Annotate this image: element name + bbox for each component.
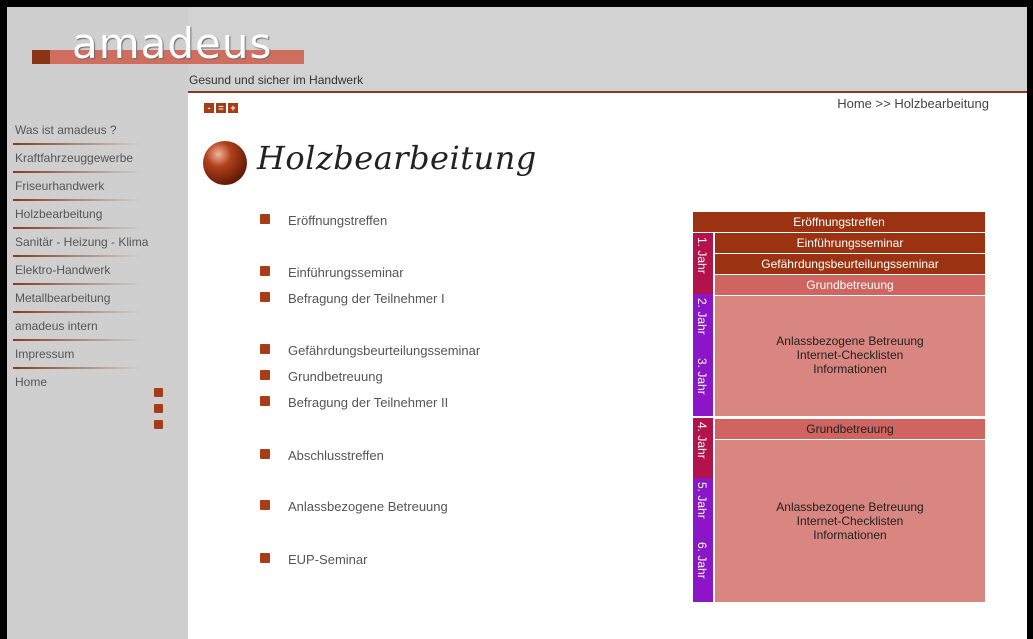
- decorative-dots: [154, 388, 163, 436]
- schedule-eroeffnung: Eröffnungstreffen: [693, 212, 985, 232]
- sidebar-item-metall[interactable]: Metallbearbeitung: [13, 291, 183, 319]
- schedule-einfuehrung: Einführungsseminar: [715, 233, 985, 253]
- sidebar-nav: Was ist amadeus ? Kraftfahrzeuggewerbe F…: [13, 123, 183, 403]
- font-normal-button[interactable]: =: [216, 103, 226, 113]
- font-smaller-button[interactable]: -: [204, 103, 214, 113]
- schedule-grundbetreuung-2: Grundbetreuung: [715, 419, 985, 439]
- year-2-3: 2. Jahr 3. Jahr: [693, 294, 713, 416]
- sidebar-item-was-ist-amadeus[interactable]: Was ist amadeus ?: [13, 123, 183, 151]
- sidebar-item-impressum[interactable]: Impressum: [13, 347, 183, 375]
- sidebar-item-kraftfahrzeuggewerbe[interactable]: Kraftfahrzeuggewerbe: [13, 151, 183, 179]
- sidebar-item-holzbearbeitung[interactable]: Holzbearbeitung: [13, 207, 183, 235]
- font-larger-button[interactable]: +: [228, 103, 238, 113]
- title-ball-icon: [203, 141, 247, 185]
- sidebar-item-elektro[interactable]: Elektro-Handwerk: [13, 263, 183, 291]
- year-5-6: 5. Jahr 6. Jahr: [693, 478, 713, 602]
- schedule-gefaehrdung: Gefährdungsbeurteilungsseminar: [715, 254, 985, 274]
- breadcrumb[interactable]: Home >> Holzbearbeitung: [837, 96, 989, 111]
- schedule-block-1: Anlassbezogene Betreuung Internet-Checkl…: [715, 296, 985, 416]
- schedule-block-2: Anlassbezogene Betreuung Internet-Checkl…: [715, 440, 985, 602]
- page-frame: amadeus Gesund und sicher im Handwerk Wa…: [7, 7, 1027, 639]
- year-4: 4. Jahr: [693, 418, 713, 478]
- year-1: 1. Jahr: [693, 233, 713, 294]
- sidebar-item-intern[interactable]: amadeus intern: [13, 319, 183, 347]
- logo-text: amadeus: [72, 19, 273, 68]
- schedule-table: Eröffnungstreffen 1. Jahr 2. Jahr 3. Jah…: [693, 212, 985, 602]
- sidebar-item-sanitaer[interactable]: Sanitär - Heizung - Klima: [13, 235, 183, 263]
- sidebar-item-friseurhandwerk[interactable]: Friseurhandwerk: [13, 179, 183, 207]
- page-title: Holzbearbeitung: [257, 139, 537, 177]
- logo-square: [32, 50, 50, 64]
- schedule-grundbetreuung-1: Grundbetreuung: [715, 275, 985, 295]
- tagline: Gesund und sicher im Handwerk: [189, 73, 364, 87]
- font-size-controls: - = +: [204, 98, 240, 116]
